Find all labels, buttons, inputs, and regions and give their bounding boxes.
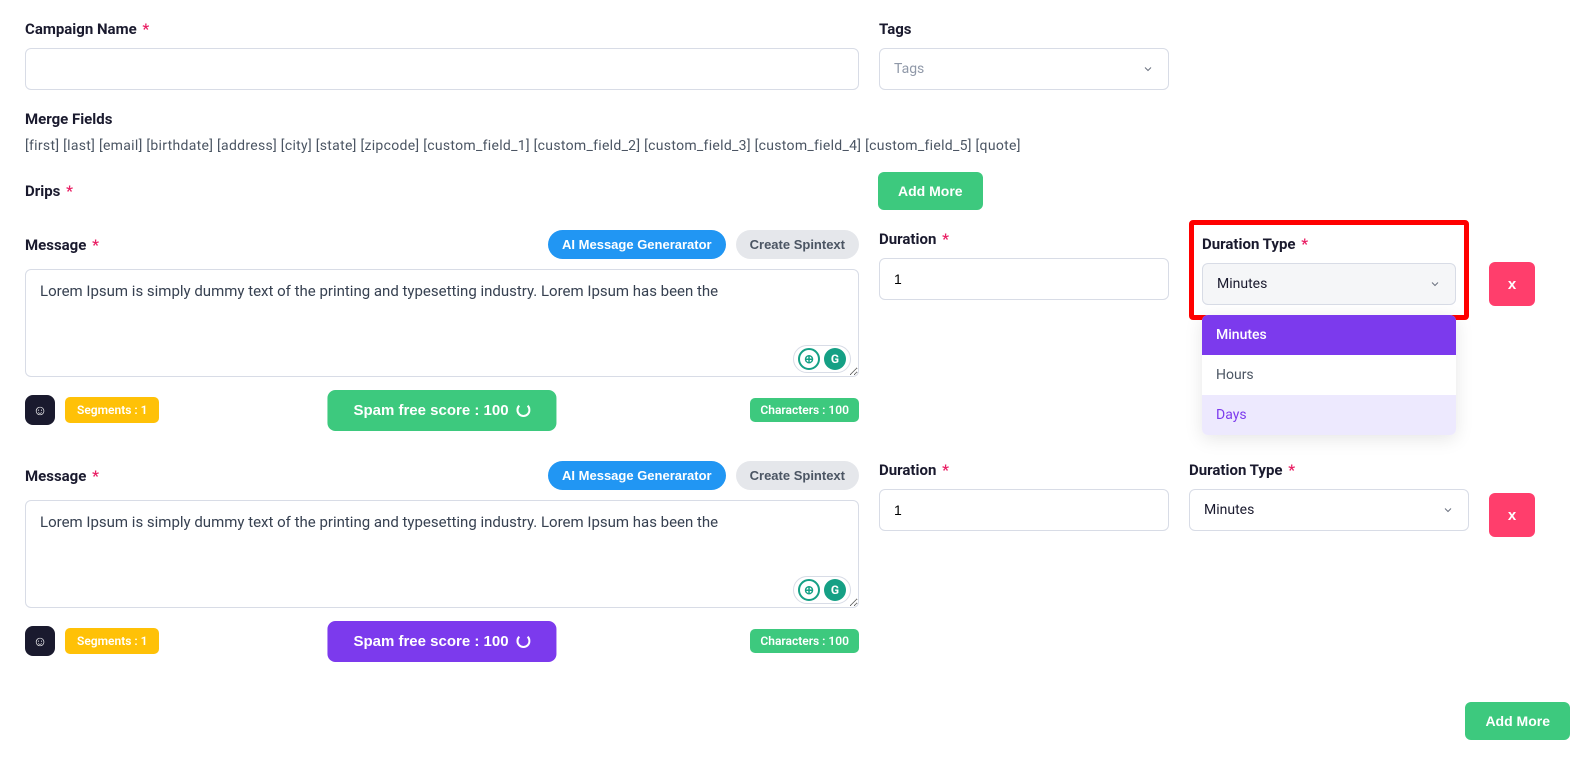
emoji-button[interactable]: ☺ xyxy=(25,395,55,425)
duration-input[interactable] xyxy=(879,258,1169,300)
duration-type-label: Duration Type * xyxy=(1202,235,1456,253)
tags-select[interactable]: Tags xyxy=(879,48,1169,90)
duration-type-dropdown: Minutes Hours Days xyxy=(1202,315,1456,435)
lightbulb-icon: ⊕ xyxy=(798,579,820,601)
grammarly-icon: G xyxy=(824,579,846,601)
spam-score-button[interactable]: Spam free score : 100 xyxy=(327,621,556,662)
duration-label: Duration * xyxy=(879,230,1169,248)
grammarly-widget[interactable]: ⊕ G xyxy=(793,576,851,604)
message-textarea[interactable]: Lorem Ipsum is simply dummy text of the … xyxy=(25,269,859,377)
delete-drip-button[interactable]: x xyxy=(1489,262,1535,306)
campaign-name-input[interactable] xyxy=(25,48,859,90)
emoji-button[interactable]: ☺ xyxy=(25,626,55,656)
merge-fields-list[interactable]: [first] [last] [email] [birthdate] [addr… xyxy=(25,138,1570,154)
drips-label: Drips * xyxy=(25,182,73,200)
duration-type-select[interactable]: Minutes xyxy=(1189,489,1469,531)
characters-badge: Characters : 100 xyxy=(750,398,859,422)
tags-label: Tags xyxy=(879,20,1169,38)
duration-type-label: Duration Type * xyxy=(1189,461,1469,479)
ai-generator-button[interactable]: AI Message Generarator xyxy=(548,230,726,259)
create-spintext-button[interactable]: Create Spintext xyxy=(736,461,859,490)
duration-type-highlight: Duration Type * Minutes Minutes Hours Da… xyxy=(1189,220,1469,320)
grammarly-widget[interactable]: ⊕ G xyxy=(793,345,851,373)
segments-badge: Segments : 1 xyxy=(65,397,159,423)
create-spintext-button[interactable]: Create Spintext xyxy=(736,230,859,259)
chevron-down-icon xyxy=(1442,504,1454,516)
ai-generator-button[interactable]: AI Message Generarator xyxy=(548,461,726,490)
characters-badge: Characters : 100 xyxy=(750,629,859,653)
duration-type-value: Minutes xyxy=(1204,502,1254,518)
chevron-down-icon xyxy=(1429,278,1441,290)
dropdown-option-hours[interactable]: Hours xyxy=(1202,355,1456,395)
message-textarea[interactable]: Lorem Ipsum is simply dummy text of the … xyxy=(25,500,859,608)
lightbulb-icon: ⊕ xyxy=(798,348,820,370)
dropdown-option-minutes[interactable]: Minutes xyxy=(1202,315,1456,355)
message-label: Message * xyxy=(25,236,99,254)
add-more-button-top[interactable]: Add More xyxy=(878,172,983,210)
message-label: Message * xyxy=(25,467,99,485)
duration-input[interactable] xyxy=(879,489,1169,531)
tags-placeholder: Tags xyxy=(894,61,924,77)
duration-type-value: Minutes xyxy=(1217,276,1267,292)
refresh-icon xyxy=(517,403,531,417)
delete-drip-button[interactable]: x xyxy=(1489,493,1535,537)
spam-score-button[interactable]: Spam free score : 100 xyxy=(327,390,556,431)
add-more-button-bottom[interactable]: Add More xyxy=(1465,702,1570,740)
dropdown-option-days[interactable]: Days xyxy=(1202,395,1456,435)
merge-fields-label: Merge Fields xyxy=(25,110,1570,128)
chevron-down-icon xyxy=(1142,63,1154,75)
campaign-name-label: Campaign Name * xyxy=(25,20,859,38)
duration-type-select[interactable]: Minutes xyxy=(1202,263,1456,305)
segments-badge: Segments : 1 xyxy=(65,628,159,654)
grammarly-icon: G xyxy=(824,348,846,370)
refresh-icon xyxy=(517,634,531,648)
duration-label: Duration * xyxy=(879,461,1169,479)
